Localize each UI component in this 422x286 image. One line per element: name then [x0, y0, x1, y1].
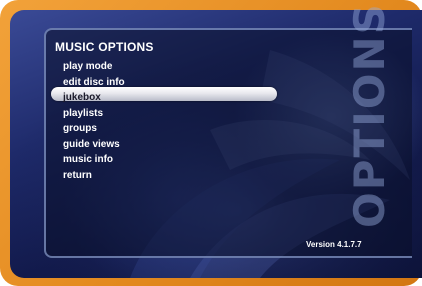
menu-item-playlists[interactable]: playlists	[63, 106, 125, 122]
menu-item-return[interactable]: return	[63, 168, 125, 184]
menu-item-edit-disc-info[interactable]: edit disc info	[63, 75, 125, 91]
side-watermark-label: OPTIONS	[345, 2, 394, 228]
version-label: Version 4.1.7.7	[306, 240, 362, 249]
tv-frame: OPTIONS MUSIC OPTIONS play mode edit dis…	[0, 0, 422, 286]
menu-item-jukebox[interactable]: jukebox	[63, 90, 125, 106]
menu-item-play-mode[interactable]: play mode	[63, 59, 125, 75]
menu-item-music-info[interactable]: music info	[63, 152, 125, 168]
options-menu: play mode edit disc info jukebox playlis…	[63, 59, 125, 183]
menu-item-groups[interactable]: groups	[63, 121, 125, 137]
menu-title: MUSIC OPTIONS	[55, 40, 154, 54]
menu-item-guide-views[interactable]: guide views	[63, 137, 125, 153]
